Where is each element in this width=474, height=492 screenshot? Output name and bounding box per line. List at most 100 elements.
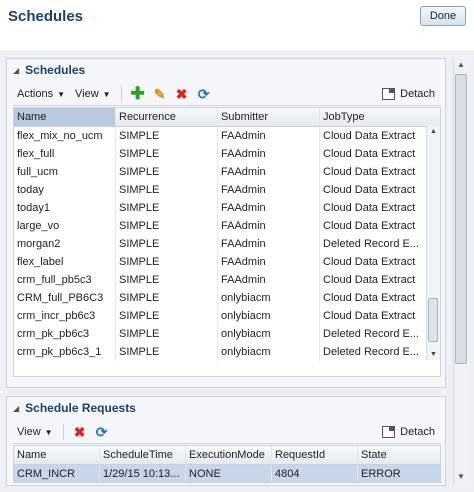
table-cell: today (14, 181, 116, 199)
pencil-icon[interactable]: ✎ (152, 86, 168, 102)
table-cell: FAAdmin (218, 199, 320, 217)
table-row[interactable]: flex_full SIMPLE FAAdmin Cloud Data Extract (14, 145, 440, 163)
table-cell: flex_full (14, 145, 116, 163)
delete-x-icon[interactable]: ✖ (174, 86, 190, 102)
table-cell: Cloud Data Extract (323, 310, 416, 322)
detach-button[interactable]: Detach (382, 426, 435, 438)
table-cell: SIMPLE (116, 181, 218, 199)
chevron-down-icon: ▼ (102, 89, 111, 99)
table-cell: crm_pk_pb6c3 (14, 325, 116, 343)
requests-table: Name ScheduleTime ExecutionMode RequestI… (13, 445, 441, 483)
table-cell: Cloud Data Extract (323, 148, 416, 160)
detach-label: Detach (400, 88, 435, 100)
table-cell: FAAdmin (218, 253, 320, 271)
table-row[interactable]: large_vo SIMPLE FAAdmin Cloud Data Extract (14, 217, 440, 235)
table-row[interactable]: crm_full_pb5c3 SIMPLE FAAdmin Cloud Data Ex… (14, 271, 440, 289)
table-cell: morgan2 (14, 235, 116, 253)
refresh-icon[interactable]: ⟳ (196, 86, 212, 102)
table-cell: SIMPLE (116, 163, 218, 181)
table-cell: large_vo (14, 217, 116, 235)
page-scrollbar[interactable]: ▲ ▼ (453, 58, 468, 484)
table-cell: flex_mix_no_ucm (14, 127, 116, 145)
table-cell: Cloud Data Extract (323, 130, 416, 142)
table-row[interactable]: CRM_INCR 1/29/15 10:13... NONE 4804 ERROR (14, 465, 440, 482)
table-cell: Deleted Record E... (323, 328, 419, 340)
table-cell: SIMPLE (116, 253, 218, 271)
chevron-down-icon: ▼ (57, 89, 65, 99)
scroll-down-icon[interactable]: ▼ (454, 470, 468, 484)
schedule-requests-title: Schedule Requests (25, 401, 136, 415)
column-header-scheduletime[interactable]: ScheduleTime (100, 446, 186, 464)
table-cell: FAAdmin (218, 145, 320, 163)
actions-menu[interactable]: Actions ▼ (17, 88, 65, 100)
table-row[interactable]: crm_pk_pb6c3 SIMPLE onlybiacm Deleted Recor… (14, 325, 440, 343)
table-row[interactable]: CRM_full_PB6C3 SIMPLE onlybiacm Cloud Data … (14, 289, 440, 307)
table-cell: crm_pk_pb6c3_1 (14, 343, 116, 361)
column-header-state[interactable]: State (358, 446, 440, 464)
table-cell: full_ucm (14, 163, 116, 181)
table-cell: Cloud Data Extract (323, 274, 416, 286)
scroll-up-icon[interactable]: ▲ (427, 128, 440, 135)
toolbar-divider (120, 86, 122, 102)
scroll-thumb[interactable] (455, 74, 467, 364)
refresh-icon[interactable]: ⟳ (94, 424, 110, 440)
table-cell: SIMPLE (116, 235, 218, 253)
collapse-triangle-icon[interactable]: ◢ (13, 66, 19, 75)
table-cell: SIMPLE (116, 199, 218, 217)
table-header-row: Name Recurrence Submitter JobType (14, 108, 440, 127)
table-cell: FAAdmin (218, 235, 320, 253)
scroll-down-icon[interactable]: ▼ (427, 351, 440, 358)
delete-x-icon[interactable]: ✖ (72, 424, 88, 440)
table-cell: SIMPLE (116, 271, 218, 289)
table-cell: SIMPLE (116, 127, 218, 145)
table-cell: NONE (186, 465, 272, 482)
table-cell: CRM_INCR (14, 465, 100, 482)
schedules-panel: ◢ Schedules Actions ▼ View ▼ ✚ ✎ ✖ ⟳ Detac… (6, 58, 446, 388)
detach-label: Detach (400, 426, 435, 438)
table-header-row: Name ScheduleTime ExecutionMode RequestI… (14, 446, 440, 465)
table-cell: FAAdmin (218, 217, 320, 235)
table-row[interactable]: full_ucm SIMPLE FAAdmin Cloud Data Extract (14, 163, 440, 181)
table-cell: Cloud Data Extract (323, 202, 416, 214)
table-row[interactable]: crm_incr_pb6c3 SIMPLE onlybiacm Cloud Data … (14, 307, 440, 325)
table-row[interactable]: flex_label SIMPLE FAAdmin Cloud Data Extrac… (14, 253, 440, 271)
table-cell: SIMPLE (116, 217, 218, 235)
table-cell: today1 (14, 199, 116, 217)
column-header-name[interactable]: Name (14, 108, 116, 126)
table-cell: onlybiacm (218, 289, 320, 307)
table-row[interactable]: morgan2 SIMPLE FAAdmin Deleted Record E... (14, 235, 440, 253)
view-menu[interactable]: View ▼ (17, 426, 53, 438)
detach-button[interactable]: Detach (382, 88, 435, 100)
column-header-name[interactable]: Name (14, 446, 100, 464)
column-header-recurrence[interactable]: Recurrence (116, 108, 218, 126)
schedule-requests-panel: ◢ Schedule Requests View ▼ ✖ ⟳ Detach Nam… (6, 396, 446, 486)
column-header-requestid[interactable]: RequestId (272, 446, 358, 464)
done-button[interactable]: Done (420, 6, 466, 26)
table-cell: Cloud Data Extract (323, 256, 416, 268)
table-cell: Cloud Data Extract (323, 292, 416, 304)
table-row[interactable]: today1 SIMPLE FAAdmin Cloud Data Extract (14, 199, 440, 217)
view-menu[interactable]: View ▼ (75, 88, 111, 100)
requests-toolbar: View ▼ ✖ ⟳ Detach (13, 421, 441, 444)
column-header-submitter[interactable]: Submitter (218, 108, 320, 126)
table-cell: onlybiacm (218, 343, 320, 361)
column-header-executionmode[interactable]: ExecutionMode (186, 446, 272, 464)
schedules-table: Name Recurrence Submitter JobType flex_m… (13, 107, 441, 377)
table-scroll-thumb[interactable] (428, 298, 438, 342)
table-cell: flex_label (14, 253, 116, 271)
table-cell: onlybiacm (218, 307, 320, 325)
add-icon[interactable]: ✚ (130, 85, 146, 102)
table-row[interactable]: today SIMPLE FAAdmin Cloud Data Extract (14, 181, 440, 199)
table-cell: Deleted Record E... (323, 238, 419, 250)
table-row[interactable]: flex_mix_no_ucm SIMPLE FAAdmin Cloud Data E… (14, 127, 440, 145)
table-row[interactable]: crm_pk_pb6c3_1 SIMPLE onlybiacm Deleted Rec… (14, 343, 440, 361)
scroll-up-icon[interactable]: ▲ (454, 58, 468, 72)
table-cell: FAAdmin (218, 271, 320, 289)
table-cell: 4804 (272, 465, 358, 482)
table-cell: SIMPLE (116, 145, 218, 163)
collapse-triangle-icon[interactable]: ◢ (13, 404, 19, 413)
table-cell: Cloud Data Extract (323, 220, 416, 232)
column-header-jobtype[interactable]: JobType (320, 108, 428, 126)
page-title: Schedules (8, 8, 84, 25)
table-scrollbar[interactable]: ▲ ▼ (426, 126, 440, 360)
